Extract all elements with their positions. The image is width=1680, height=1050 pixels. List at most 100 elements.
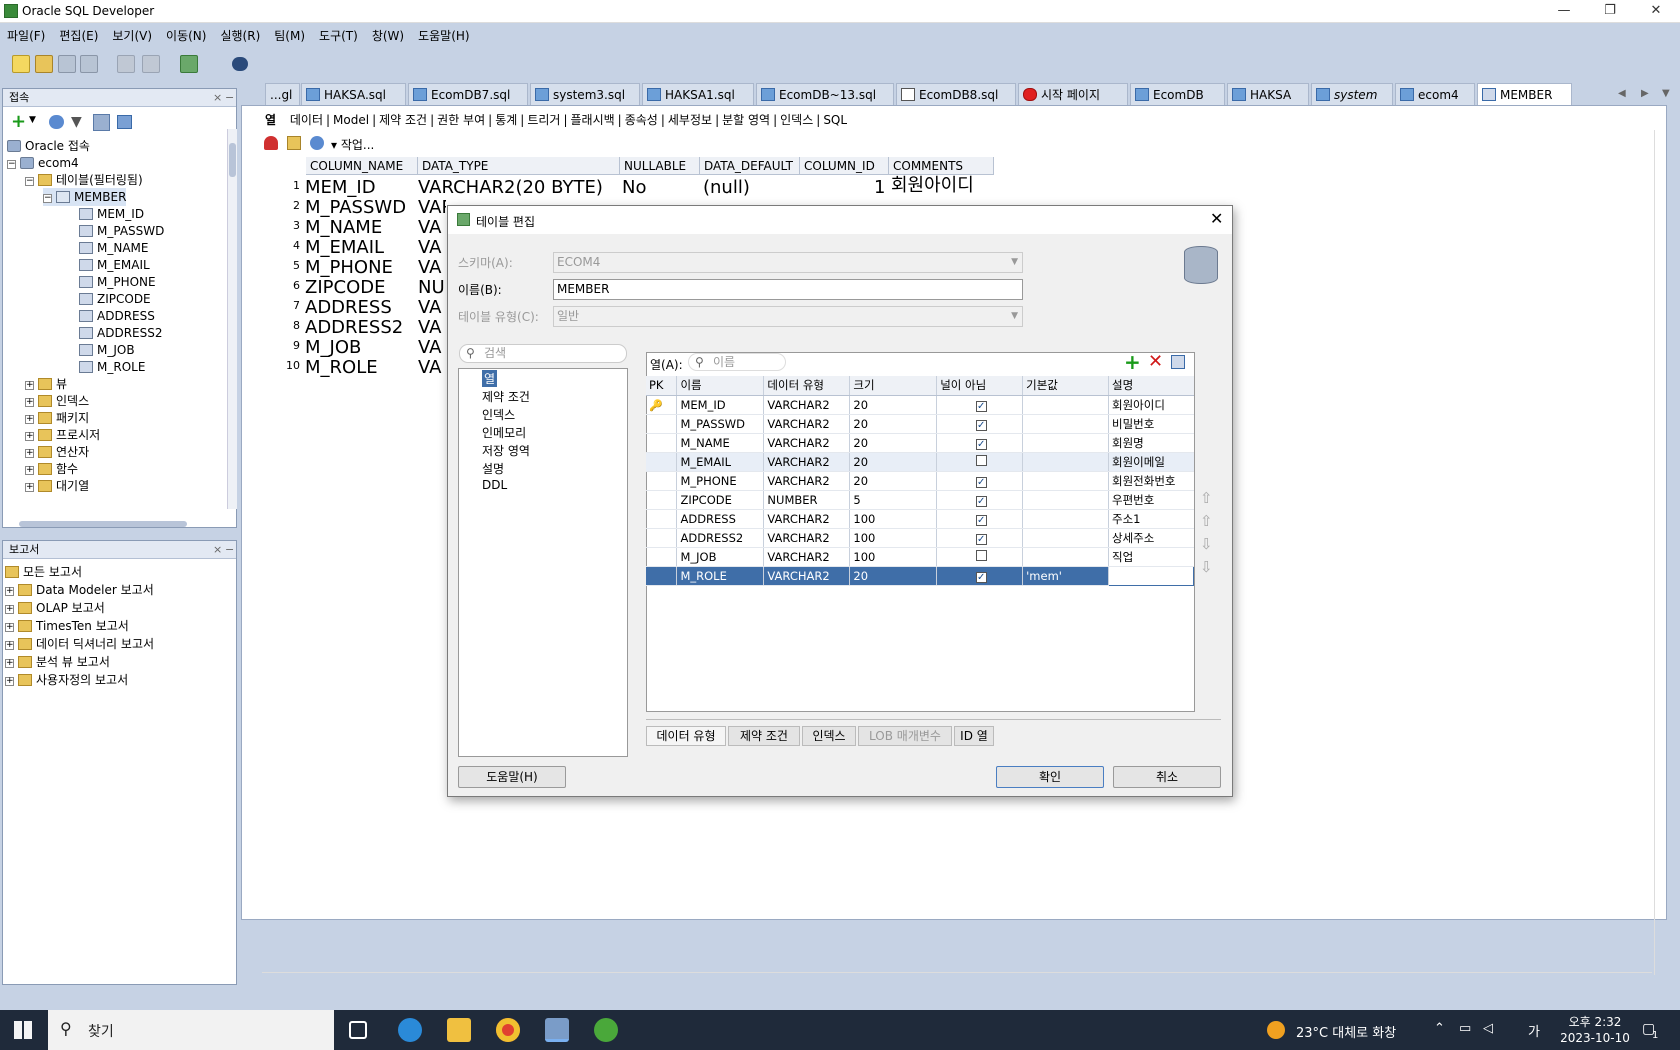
expand-icon[interactable]: + [5, 623, 14, 632]
tree-column[interactable]: ADDRESS [79, 307, 155, 325]
tree-table-member[interactable]: − MEMBER [43, 188, 127, 206]
column-row[interactable]: M_PHONE VARCHAR2 20 ✓ 회원전화번호 [646, 471, 1194, 491]
not-null-checkbox[interactable]: ✓ [975, 400, 987, 412]
collapse-icon[interactable]: − [43, 194, 52, 203]
cell-comment[interactable]: 회원아이디 [1108, 395, 1194, 415]
column-row[interactable]: ZIPCODE NUMBER 5 ✓ 우편번호 [646, 490, 1194, 510]
ime-indicator[interactable]: 가 [1528, 1021, 1540, 1040]
menu-window[interactable]: 창(W) [365, 23, 411, 49]
menu-run[interactable]: 실행(R) [213, 23, 267, 49]
nav-item-inmemory[interactable]: 인메모리 [482, 424, 526, 441]
nav-search-input[interactable]: ⚲ 검색 [459, 344, 627, 363]
subtab-indexes[interactable]: 인덱스 [777, 111, 816, 129]
connection-icon[interactable] [117, 115, 132, 129]
cell-type[interactable]: VARCHAR2 [763, 471, 851, 491]
menu-navigate[interactable]: 이동(N) [159, 23, 213, 49]
grid-cell[interactable]: 회원아이디 [891, 176, 974, 196]
move-up-icon[interactable]: ⇧ [1200, 512, 1213, 530]
new-icon[interactable] [12, 55, 30, 73]
header-name[interactable]: 이름 [676, 376, 765, 396]
actions-menu[interactable]: ▾ 작업... [331, 136, 374, 153]
cell-default[interactable] [1022, 528, 1110, 548]
not-null-checkbox[interactable]: ✓ [975, 419, 987, 431]
ok-button[interactable]: 확인 [996, 766, 1104, 788]
pin-icon[interactable] [264, 136, 278, 150]
help-button[interactable]: 도움말(H) [458, 766, 566, 788]
cell-type[interactable]: VARCHAR2 [763, 509, 851, 529]
tab-identity-column[interactable]: ID 열 [954, 726, 994, 746]
not-null-checkbox[interactable]: ✓ [975, 571, 987, 583]
dialog-close-icon[interactable]: ✕ [1210, 209, 1223, 228]
cell-name[interactable]: ADDRESS [676, 509, 765, 529]
cell-size[interactable]: 100 [849, 547, 938, 567]
grid-cell[interactable]: VA [418, 358, 441, 378]
subtab-statistics[interactable]: 통계 [492, 111, 520, 129]
move-down-icon[interactable]: ⇩ [1200, 535, 1213, 553]
tree-tables-filtered[interactable]: − 테이블(필터링됨) [25, 171, 143, 189]
grid-cell[interactable]: M_PASSWD [305, 198, 406, 218]
column-row[interactable]: M_NAME VARCHAR2 20 ✓ 회원명 [646, 433, 1194, 453]
menu-view[interactable]: 보기(V) [105, 23, 159, 49]
sql-worksheet-icon[interactable] [180, 55, 198, 73]
move-bottom-icon[interactable]: ⇩ [1200, 558, 1213, 576]
tab-scroll-right-icon[interactable]: ▶ [1641, 88, 1649, 99]
cell-name[interactable]: M_PASSWD [676, 414, 765, 434]
expand-icon[interactable]: + [5, 677, 14, 686]
move-top-icon[interactable]: ⇧ [1200, 489, 1213, 507]
cell-comment[interactable]: 상세주소 [1108, 528, 1194, 548]
subtab-columns[interactable]: 열 [262, 111, 279, 129]
expand-icon[interactable]: + [25, 432, 34, 441]
subtab-sql[interactable]: SQL [820, 111, 850, 129]
sql-developer-icon[interactable] [545, 1018, 569, 1042]
horizontal-scrollbar[interactable] [7, 521, 227, 527]
tree-column[interactable]: M_PHONE [79, 273, 156, 291]
expand-icon[interactable]: + [25, 398, 34, 407]
grid-cell[interactable]: MEM_ID [305, 178, 376, 198]
grid-cell[interactable]: VA [418, 298, 441, 318]
refresh-icon[interactable] [310, 136, 324, 150]
cell-name[interactable]: M_EMAIL [676, 452, 765, 472]
cancel-button[interactable]: 취소 [1113, 766, 1221, 788]
not-null-checkbox[interactable] [975, 454, 987, 466]
header-pk[interactable]: PK [646, 376, 678, 396]
cell-not-null[interactable] [936, 452, 1024, 472]
cell-size[interactable]: 100 [849, 509, 938, 529]
network-icon[interactable]: ▭ [1459, 1021, 1471, 1036]
tree-column[interactable]: M_NAME [79, 239, 148, 257]
cell-pk[interactable] [646, 452, 678, 472]
tree-connection-ecom4[interactable]: − ecom4 [7, 154, 79, 172]
cell-size[interactable]: 20 [849, 471, 938, 491]
app-icon[interactable] [594, 1018, 618, 1042]
clock-date[interactable]: 2023-10-10 [1552, 1031, 1638, 1045]
column-row[interactable]: M_PASSWD VARCHAR2 20 ✓ 비밀번호 [646, 414, 1194, 434]
grid-header-column-name[interactable]: COLUMN_NAME [306, 157, 418, 175]
not-null-checkbox[interactable]: ✓ [975, 438, 987, 450]
cell-size[interactable]: 20 [849, 452, 938, 472]
cell-type[interactable]: VARCHAR2 [763, 528, 851, 548]
grid-header-comments[interactable]: COMMENTS [889, 157, 994, 175]
cell-type[interactable]: VARCHAR2 [763, 414, 851, 434]
tree-column[interactable]: MEM_ID [79, 205, 144, 223]
nav-item-indexes[interactable]: 인덱스 [482, 406, 515, 423]
save-icon[interactable] [58, 55, 76, 73]
tree-column[interactable]: ZIPCODE [79, 290, 151, 308]
grid-cell[interactable]: VA [418, 258, 441, 278]
column-row[interactable]: M_JOB VARCHAR2 100 직업 [646, 547, 1194, 567]
grid-cell[interactable]: 1 [874, 178, 885, 198]
close-window-button[interactable]: ✕ [1633, 0, 1679, 22]
minimize-panel-icon[interactable]: − [225, 89, 234, 107]
chevron-up-icon[interactable]: ⌃ [1434, 1021, 1445, 1036]
cell-size[interactable]: 20 [849, 433, 938, 453]
windows-start-icon[interactable] [14, 1021, 32, 1039]
cell-size[interactable]: 20 [849, 395, 938, 415]
grid-cell[interactable]: M_EMAIL [305, 238, 384, 258]
cell-comment[interactable]: 비밀번호 [1108, 414, 1194, 434]
edit-icon[interactable] [287, 136, 301, 150]
cell-name[interactable]: ZIPCODE [676, 490, 765, 510]
tree-column[interactable]: M_EMAIL [79, 256, 150, 274]
grid-cell[interactable]: No [622, 178, 646, 198]
tree-column[interactable]: M_ROLE [79, 358, 145, 376]
not-null-checkbox[interactable]: ✓ [975, 514, 987, 526]
cell-default[interactable]: 'mem' [1022, 566, 1110, 586]
cell-default[interactable] [1022, 547, 1110, 567]
